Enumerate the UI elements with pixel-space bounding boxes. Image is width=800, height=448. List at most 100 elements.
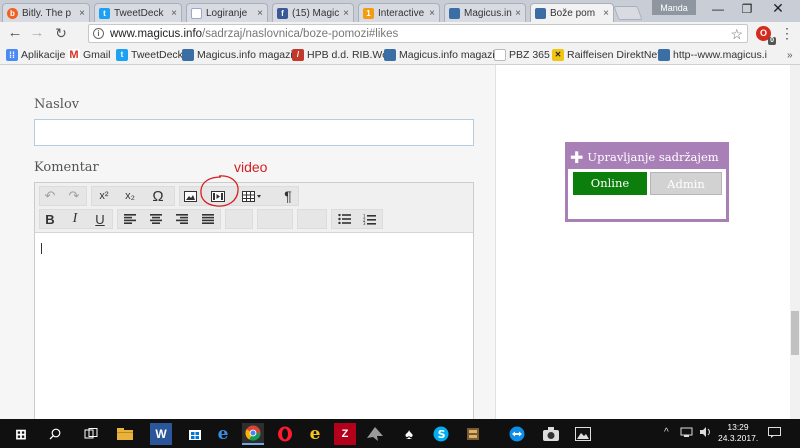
camera-icon[interactable] bbox=[540, 423, 562, 445]
underline-icon[interactable]: U bbox=[89, 209, 111, 229]
justify-icon[interactable] bbox=[197, 209, 219, 229]
numbered-list-icon[interactable]: 123 bbox=[358, 209, 380, 229]
ie-icon[interactable]: e bbox=[304, 423, 326, 445]
bookmark-raiffeisen[interactable]: ✕ Raiffeisen DirektNet bbox=[552, 48, 660, 62]
new-tab-button[interactable] bbox=[613, 6, 643, 20]
photos-icon[interactable] bbox=[572, 423, 594, 445]
tab-magicus[interactable]: Magicus.in × bbox=[444, 3, 526, 22]
tab-tweetdeck[interactable]: t TweetDeck × bbox=[94, 3, 182, 22]
vertical-scrollbar[interactable] bbox=[790, 65, 800, 419]
start-icon[interactable]: ⊞ bbox=[10, 423, 32, 445]
redo-icon[interactable]: ↷ bbox=[63, 186, 85, 206]
tab-close-icon[interactable]: × bbox=[603, 8, 609, 19]
volume-icon[interactable] bbox=[700, 427, 712, 440]
tab-close-icon[interactable]: × bbox=[515, 8, 521, 19]
bookmark-label: PBZ 365 bbox=[509, 49, 550, 61]
align-center-icon[interactable] bbox=[145, 209, 167, 229]
toolbar-group-empty-3 bbox=[297, 209, 327, 229]
task-view-icon[interactable] bbox=[80, 423, 102, 445]
scrollbar-thumb[interactable] bbox=[791, 311, 799, 355]
subscript-icon[interactable]: x₂ bbox=[119, 186, 141, 206]
show-hidden-icons-icon[interactable]: ^ bbox=[664, 427, 669, 438]
annotation-circle bbox=[200, 175, 239, 207]
bookmark-label: TweetDeck bbox=[131, 49, 183, 61]
editor-content-area[interactable] bbox=[35, 234, 473, 419]
bookmark-label: Raiffeisen DirektNet bbox=[567, 49, 661, 61]
menu-icon[interactable]: ⋮ bbox=[780, 26, 794, 40]
table-icon[interactable] bbox=[237, 186, 267, 206]
tweetdeck-icon: t bbox=[99, 7, 110, 19]
magicus-icon bbox=[658, 49, 670, 61]
title-input[interactable] bbox=[34, 119, 474, 146]
browser-toolbar: ← → ↻ i www.magicus.info /sadrzaj/naslov… bbox=[0, 22, 800, 45]
widget-header: ✚ Upravljanje sadržajem bbox=[568, 145, 726, 169]
tab-interactive[interactable]: 1 Interactive × bbox=[358, 3, 440, 22]
admin-button[interactable]: Admin bbox=[650, 172, 722, 195]
bold-icon[interactable]: B bbox=[39, 209, 61, 229]
back-icon[interactable]: ← bbox=[6, 24, 24, 42]
bookmark-apps[interactable]: ⁞⁞ Aplikacije bbox=[6, 48, 65, 62]
italic-icon[interactable]: I bbox=[64, 209, 86, 229]
address-bar[interactable]: i www.magicus.info /sadrzaj/naslovnica/b… bbox=[88, 24, 748, 43]
chrome-icon[interactable] bbox=[242, 423, 264, 445]
profile-button[interactable]: Manda bbox=[652, 0, 696, 15]
store-icon[interactable] bbox=[184, 423, 206, 445]
maximize-icon[interactable]: ❐ bbox=[735, 2, 759, 16]
info-icon[interactable]: i bbox=[93, 28, 104, 39]
special-character-icon[interactable]: Ω bbox=[147, 186, 169, 206]
extension-icon[interactable]: O0 bbox=[756, 26, 776, 45]
magicus-icon bbox=[384, 49, 396, 61]
edge-icon[interactable]: e bbox=[212, 423, 234, 445]
plus-icon: ✚ bbox=[570, 147, 584, 167]
align-left-icon[interactable] bbox=[119, 209, 141, 229]
system-clock[interactable]: 13:29 24.3.2017. bbox=[718, 422, 758, 444]
paragraph-mark-icon[interactable]: ¶ bbox=[277, 186, 299, 206]
tab-close-icon[interactable]: × bbox=[257, 8, 263, 19]
teamviewer-icon[interactable] bbox=[506, 423, 528, 445]
magicus-icon bbox=[449, 7, 460, 19]
forward-icon[interactable]: → bbox=[28, 24, 46, 42]
bookmark-star-icon[interactable]: ☆ bbox=[730, 26, 743, 43]
tab-boze-pomozi[interactable]: Bože pom × bbox=[530, 3, 614, 22]
solitaire-icon[interactable]: ♠ bbox=[398, 423, 420, 445]
clock-date: 24.3.2017. bbox=[718, 433, 759, 443]
tab-facebook[interactable]: f (15) Magic × bbox=[272, 3, 354, 22]
bookmark-magicus-2[interactable]: Magicus.info magazin bbox=[384, 48, 501, 62]
tab-title: Magicus.in bbox=[464, 7, 512, 19]
tab-close-icon[interactable]: × bbox=[343, 8, 349, 19]
bookmark-magicus-3[interactable]: http--www.magicus.i bbox=[658, 48, 786, 62]
hpb-icon: / bbox=[292, 49, 304, 61]
tab-close-icon[interactable]: × bbox=[171, 8, 177, 19]
tab-title: Logiranje bbox=[206, 7, 248, 19]
opera-icon[interactable] bbox=[274, 423, 296, 445]
bullet-list-icon[interactable] bbox=[333, 209, 355, 229]
skype-icon[interactable]: S bbox=[430, 423, 452, 445]
bookmark-pbz[interactable]: PBZ 365 bbox=[494, 48, 550, 62]
tab-close-icon[interactable]: × bbox=[79, 8, 85, 19]
superscript-icon[interactable]: x² bbox=[93, 186, 115, 206]
action-center-icon[interactable] bbox=[768, 427, 781, 441]
inkscape-icon[interactable] bbox=[364, 423, 386, 445]
network-icon[interactable] bbox=[680, 427, 693, 440]
bookmark-gmail[interactable]: M Gmail bbox=[68, 48, 110, 62]
tab-bitly[interactable]: b Bitly. The p × bbox=[2, 3, 90, 22]
reload-icon[interactable]: ↻ bbox=[52, 24, 70, 42]
online-button[interactable]: Online bbox=[573, 172, 647, 195]
svg-text:S: S bbox=[438, 428, 446, 441]
bookmark-magicus-1[interactable]: Magicus.info magazin bbox=[182, 48, 299, 62]
archive-icon[interactable] bbox=[462, 423, 484, 445]
filezilla-icon[interactable]: Z bbox=[334, 423, 356, 445]
undo-icon[interactable]: ↶ bbox=[39, 186, 61, 206]
close-icon[interactable]: ✕ bbox=[766, 0, 790, 17]
file-explorer-icon[interactable] bbox=[114, 423, 136, 445]
word-icon[interactable]: W bbox=[150, 423, 172, 445]
tab-close-icon[interactable]: × bbox=[429, 8, 435, 19]
bookmark-hpb[interactable]: / HPB d.d. RIB.Web bbox=[292, 48, 394, 62]
align-right-icon[interactable] bbox=[171, 209, 193, 229]
page-icon bbox=[191, 7, 202, 19]
bookmark-tweetdeck[interactable]: t TweetDeck bbox=[116, 48, 183, 62]
more-bookmarks-icon[interactable]: » bbox=[786, 48, 793, 62]
tab-logiranje[interactable]: Logiranje × bbox=[186, 3, 268, 22]
minimize-icon[interactable]: — bbox=[706, 2, 730, 16]
search-icon[interactable] bbox=[44, 423, 66, 445]
